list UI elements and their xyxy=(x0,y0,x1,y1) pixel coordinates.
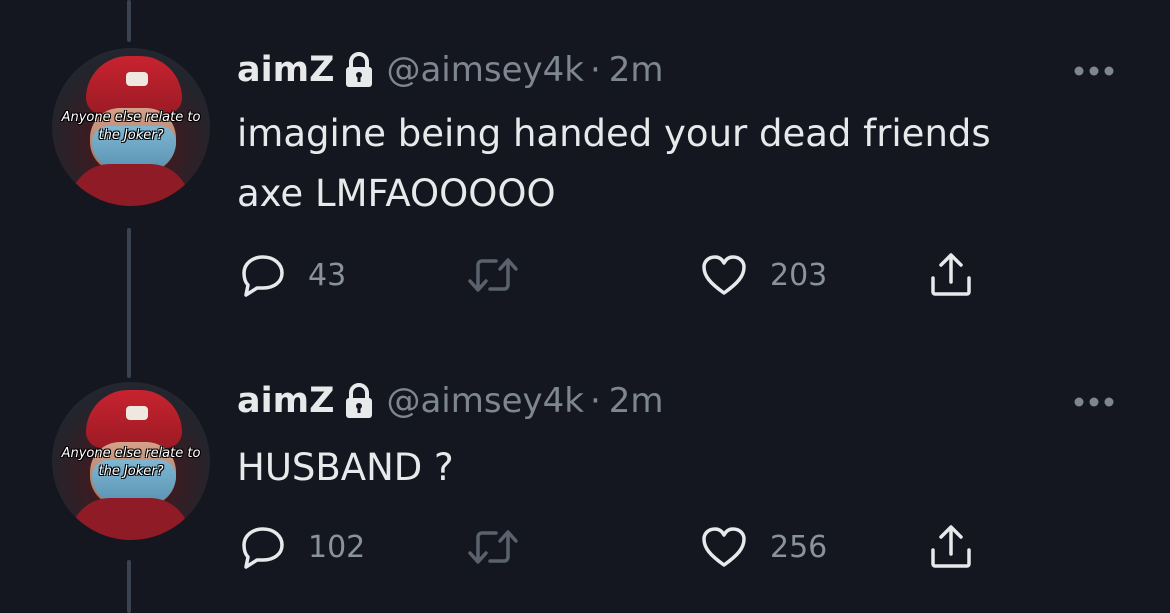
reply-count: 43 xyxy=(308,257,347,293)
reply-bubble-icon xyxy=(240,253,286,297)
tweet-text: imagine being handed your dead friends a… xyxy=(237,104,1137,224)
avatar-caption-line1: Anyone else relate to xyxy=(61,446,201,461)
avatar-caption-line1: Anyone else relate to xyxy=(61,110,201,125)
reply-bubble-icon xyxy=(240,525,286,569)
reply-button[interactable]: 102 xyxy=(240,522,365,572)
lock-icon xyxy=(344,52,374,88)
share-icon xyxy=(928,524,974,570)
like-count: 203 xyxy=(770,257,828,293)
tweet[interactable]: Anyone else relate to the Joker? aimZ @a… xyxy=(0,0,1170,340)
tweet-header: aimZ @aimsey4k · 2m xyxy=(237,376,664,426)
tweet[interactable]: Anyone else relate to the Joker? aimZ @a… xyxy=(0,340,1170,613)
lock-icon xyxy=(344,383,374,419)
like-button[interactable]: 203 xyxy=(700,250,827,300)
avatar-scarf xyxy=(70,498,190,540)
like-button[interactable]: 256 xyxy=(700,522,827,572)
tweet-text-line2: axe LMFAOOOOO xyxy=(237,172,556,215)
display-name[interactable]: aimZ xyxy=(237,50,334,90)
tweet-text-line1: HUSBAND ? xyxy=(237,446,454,489)
share-button[interactable] xyxy=(928,250,974,300)
separator-dot: · xyxy=(589,381,601,421)
tweet-text-line1: imagine being handed your dead friends xyxy=(237,112,991,155)
user-handle[interactable]: @aimsey4k xyxy=(386,381,583,421)
avatar[interactable]: Anyone else relate to the Joker? xyxy=(52,48,210,206)
avatar-caption-line2: the Joker? xyxy=(98,128,164,143)
more-horizontal-icon[interactable] xyxy=(1072,394,1116,408)
avatar-scarf xyxy=(70,164,190,206)
tweet-header: aimZ @aimsey4k · 2m xyxy=(237,45,664,95)
display-name[interactable]: aimZ xyxy=(237,381,334,421)
reply-button[interactable]: 43 xyxy=(240,250,346,300)
heart-icon xyxy=(700,253,748,297)
retweet-icon xyxy=(466,525,520,569)
retweet-icon xyxy=(466,253,520,297)
reply-count: 102 xyxy=(308,529,366,565)
avatar-hat-logo xyxy=(126,406,148,420)
timestamp[interactable]: 2m xyxy=(609,381,664,421)
separator-dot: · xyxy=(589,50,601,90)
timestamp[interactable]: 2m xyxy=(609,50,664,90)
avatar-caption-line2: the Joker? xyxy=(98,464,164,479)
avatar-hat-logo xyxy=(126,72,148,86)
more-horizontal-icon[interactable] xyxy=(1072,63,1116,77)
like-count: 256 xyxy=(770,529,828,565)
retweet-button[interactable] xyxy=(466,522,542,572)
tweet-text: HUSBAND ? xyxy=(237,438,1137,498)
avatar[interactable]: Anyone else relate to the Joker? xyxy=(52,382,210,540)
retweet-button[interactable] xyxy=(466,250,542,300)
share-button[interactable] xyxy=(928,522,974,572)
heart-icon xyxy=(700,525,748,569)
user-handle[interactable]: @aimsey4k xyxy=(386,50,583,90)
share-icon xyxy=(928,252,974,298)
